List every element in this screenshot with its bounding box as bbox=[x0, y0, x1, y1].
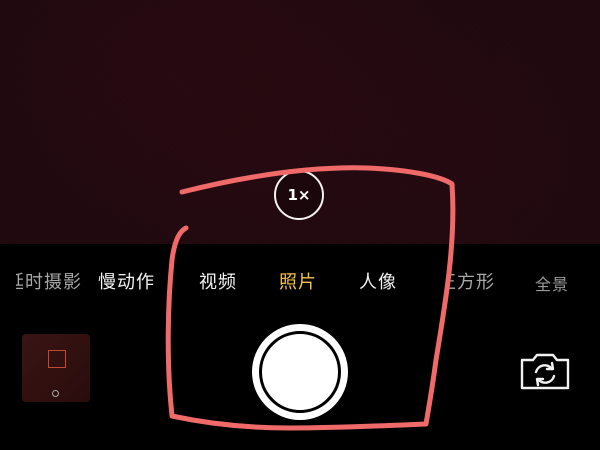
mode-selector[interactable]: 延时摄影 慢动作 视频 照片 人像 正方形 全景 bbox=[0, 268, 600, 304]
mode-portrait[interactable]: 人像 bbox=[359, 268, 397, 298]
last-photo-thumbnail[interactable] bbox=[22, 334, 90, 402]
mode-video[interactable]: 视频 bbox=[199, 268, 237, 298]
camera-app: 1× 延时摄影 慢动作 视频 照片 人像 正方形 全景 bbox=[0, 0, 600, 450]
mode-photo[interactable]: 照片 bbox=[279, 268, 317, 298]
mode-square[interactable]: 正方形 bbox=[448, 268, 495, 298]
mode-timelapse[interactable]: 延时摄影 bbox=[16, 268, 82, 298]
camera-flip-button[interactable] bbox=[518, 350, 572, 392]
shutter-button[interactable] bbox=[252, 324, 348, 420]
zoom-button[interactable]: 1× bbox=[274, 170, 324, 220]
shutter-inner bbox=[259, 331, 341, 413]
mode-panorama[interactable]: 全景 bbox=[535, 270, 569, 300]
zoom-label: 1× bbox=[287, 186, 311, 204]
thumbnail-indicator bbox=[52, 390, 59, 397]
mode-slowmo[interactable]: 慢动作 bbox=[98, 268, 155, 298]
thumbnail-frame bbox=[48, 350, 66, 368]
camera-flip-icon bbox=[520, 353, 570, 390]
